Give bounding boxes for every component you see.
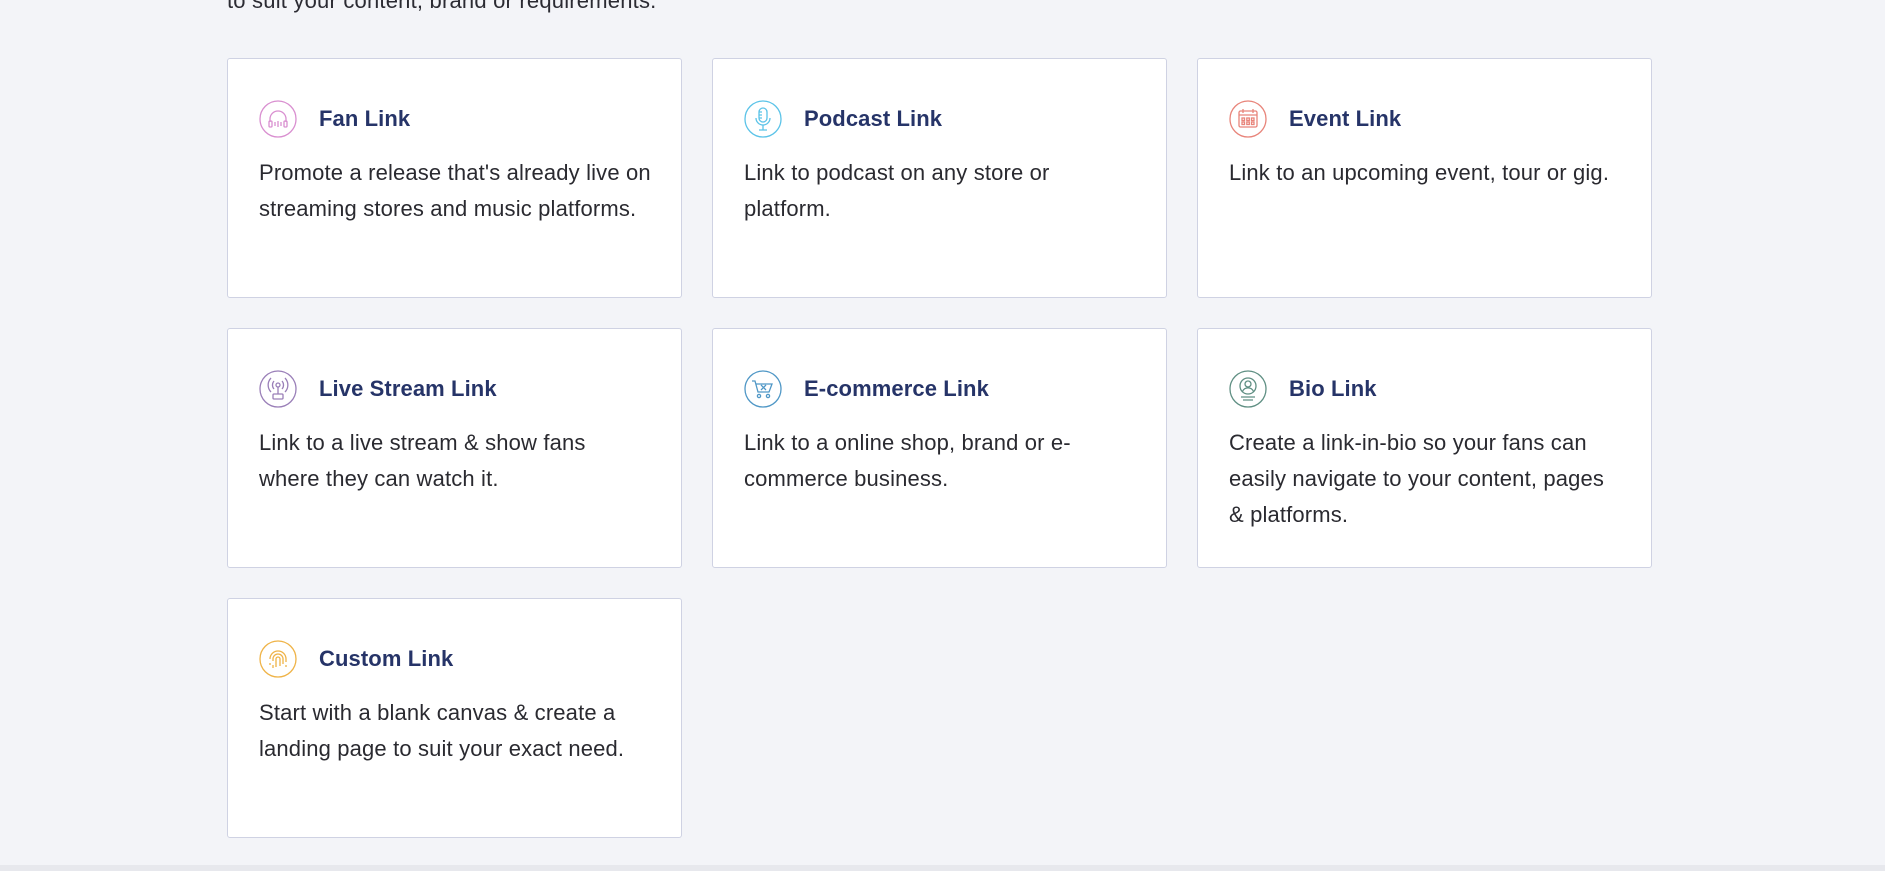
page: to suit your content, brand or requireme…	[0, 0, 1885, 871]
card-description: Link to a online shop, brand or e-commer…	[744, 430, 1071, 491]
card-description: Link to a live stream & show fans where …	[259, 430, 586, 491]
card-description: Promote a release that's already live on…	[259, 160, 651, 221]
card-title: Bio Link	[1289, 376, 1377, 401]
card-title: Podcast Link	[804, 106, 943, 131]
card-bio-link[interactable]: Bio Link Create a link-in-bio so your fa…	[1197, 328, 1652, 568]
card-header: Live Stream Link	[259, 369, 651, 409]
card-header: Bio Link	[1229, 369, 1621, 409]
calendar-icon	[1229, 100, 1267, 138]
card-title: Custom Link	[319, 646, 454, 671]
card-description: Start with a blank canvas & create a lan…	[259, 700, 625, 761]
card-header: Event Link	[1229, 99, 1621, 139]
card-description: Link to an upcoming event, tour or gig.	[1229, 160, 1610, 185]
card-header: E-commerce Link	[744, 369, 1136, 409]
shopping-cart-icon	[744, 370, 782, 408]
card-title: Event Link	[1289, 106, 1402, 131]
link-type-grid: Fan Link Promote a release that's alread…	[227, 58, 1652, 838]
card-podcast-link[interactable]: Podcast Link Link to podcast on any stor…	[712, 58, 1167, 298]
profile-icon	[1229, 370, 1267, 408]
bottom-scroll-edge	[0, 865, 1885, 871]
card-event-link[interactable]: Event Link Link to an upcoming event, to…	[1197, 58, 1652, 298]
card-header: Custom Link	[259, 639, 651, 679]
card-title: Live Stream Link	[319, 376, 497, 401]
microphone-icon	[744, 100, 782, 138]
headphones-icon	[259, 100, 297, 138]
card-live-stream-link[interactable]: Live Stream Link Link to a live stream &…	[227, 328, 682, 568]
card-title: E-commerce Link	[804, 376, 989, 401]
card-description: Link to podcast on any store or platform…	[744, 160, 1050, 221]
intro-text: to suit your content, brand or requireme…	[227, 0, 657, 13]
card-ecommerce-link[interactable]: E-commerce Link Link to a online shop, b…	[712, 328, 1167, 568]
card-description: Create a link-in-bio so your fans can ea…	[1229, 430, 1605, 527]
card-title: Fan Link	[319, 106, 411, 131]
fingerprint-icon	[259, 640, 297, 678]
card-custom-link[interactable]: Custom Link Start with a blank canvas & …	[227, 598, 682, 838]
card-fan-link[interactable]: Fan Link Promote a release that's alread…	[227, 58, 682, 298]
broadcast-icon	[259, 370, 297, 408]
card-header: Podcast Link	[744, 99, 1136, 139]
card-header: Fan Link	[259, 99, 651, 139]
